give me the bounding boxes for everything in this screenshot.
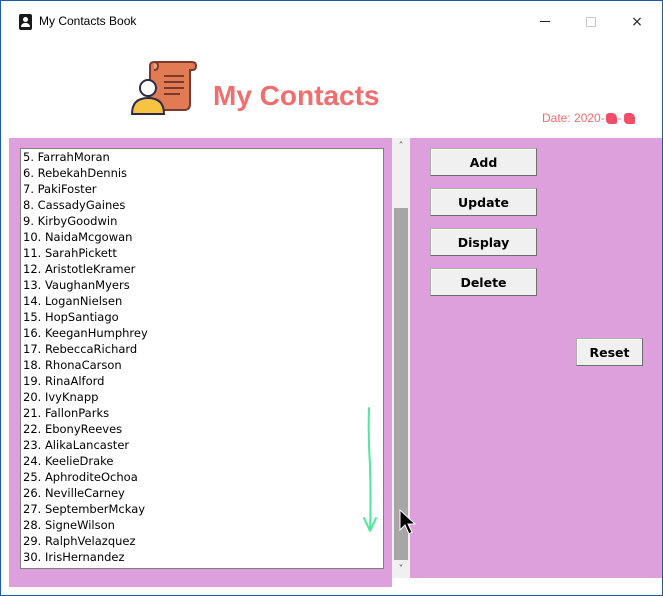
list-item[interactable]: 9. KirbyGoodwin <box>21 213 383 229</box>
maximize-icon <box>586 16 596 27</box>
app-heading: My Contacts <box>213 80 380 111</box>
list-item[interactable]: 12. AristotleKramer <box>21 261 383 277</box>
list-item[interactable]: 6. RebekahDennis <box>21 165 383 181</box>
list-item[interactable]: 19. RinaAlford <box>21 373 383 389</box>
list-item[interactable]: 15. HopSantiago <box>21 309 383 325</box>
date-prefix: Date: 2020- <box>542 111 605 125</box>
contact-scroll-icon <box>130 61 198 115</box>
list-item[interactable]: 10. NaidaMcgowan <box>21 229 383 245</box>
chevron-down-icon: ˅ <box>398 564 404 575</box>
header: My Contacts Date: 2020- - <box>1 42 662 138</box>
list-item[interactable]: 13. VaughanMyers <box>21 277 383 293</box>
list-item[interactable]: 20. IvyKnapp <box>21 389 383 405</box>
close-button[interactable]: × <box>614 1 660 42</box>
minimize-icon <box>540 21 550 22</box>
reset-button[interactable]: Reset <box>576 338 643 366</box>
list-panel: 5. FarrahMoran 6. RebekahDennis 7. PakiFos… <box>9 138 392 587</box>
app-window: My Contacts Book × My Contacts Date: 202… <box>0 0 663 596</box>
window-title: My Contacts Book <box>39 14 137 28</box>
list-item[interactable]: 17. RebeccaRichard <box>21 341 383 357</box>
delete-button[interactable]: Delete <box>430 268 537 296</box>
list-item[interactable]: 11. SarahPickett <box>21 245 383 261</box>
list-item[interactable]: 29. RalphVelazquez <box>21 533 383 549</box>
contacts-listbox[interactable]: 5. FarrahMoran 6. RebekahDennis 7. PakiFos… <box>20 148 384 569</box>
add-button[interactable]: Add <box>430 148 537 176</box>
minimize-button[interactable] <box>522 1 568 42</box>
scroll-up-button[interactable]: ˄ <box>392 138 410 155</box>
date-label: Date: 2020- - <box>542 111 635 125</box>
list-item[interactable]: 7. PakiFoster <box>21 181 383 197</box>
maximize-button[interactable] <box>568 1 614 42</box>
scroll-down-button[interactable]: ˅ <box>392 561 410 578</box>
update-button[interactable]: Update <box>430 188 537 216</box>
list-item[interactable]: 14. LoganNielsen <box>21 293 383 309</box>
chevron-up-icon: ˄ <box>398 141 404 152</box>
list-item[interactable]: 26. NevilleCarney <box>21 485 383 501</box>
list-item[interactable]: 24. KeelieDrake <box>21 453 383 469</box>
redacted-month <box>605 112 617 124</box>
list-item[interactable]: 28. SigneWilson <box>21 517 383 533</box>
contacts-book-icon <box>19 14 32 30</box>
list-item[interactable]: 16. KeeganHumphrey <box>21 325 383 341</box>
list-item[interactable]: 23. AlikaLancaster <box>21 437 383 453</box>
date-separator: - <box>617 111 622 125</box>
title-bar[interactable]: My Contacts Book × <box>1 1 662 42</box>
list-item[interactable]: 5. FarrahMoran <box>21 149 383 165</box>
list-item[interactable]: 30. IrisHernandez <box>21 549 383 565</box>
list-item[interactable]: 22. EbonyReeves <box>21 421 383 437</box>
list-item[interactable]: 25. AphroditeOchoa <box>21 469 383 485</box>
scroll-down-arrow-annotation <box>363 407 377 532</box>
list-item[interactable]: 8. CassadyGaines <box>21 197 383 213</box>
close-icon: × <box>631 13 643 30</box>
list-item[interactable]: 21. FallonParks <box>21 405 383 421</box>
actions-panel: Add Update Display Delete Reset <box>410 138 662 578</box>
display-button[interactable]: Display <box>430 228 537 256</box>
list-item[interactable]: 27. SeptemberMckay <box>21 501 383 517</box>
mouse-pointer-icon <box>399 508 417 535</box>
redacted-day <box>623 112 635 124</box>
list-item[interactable]: 18. RhonaCarson <box>21 357 383 373</box>
